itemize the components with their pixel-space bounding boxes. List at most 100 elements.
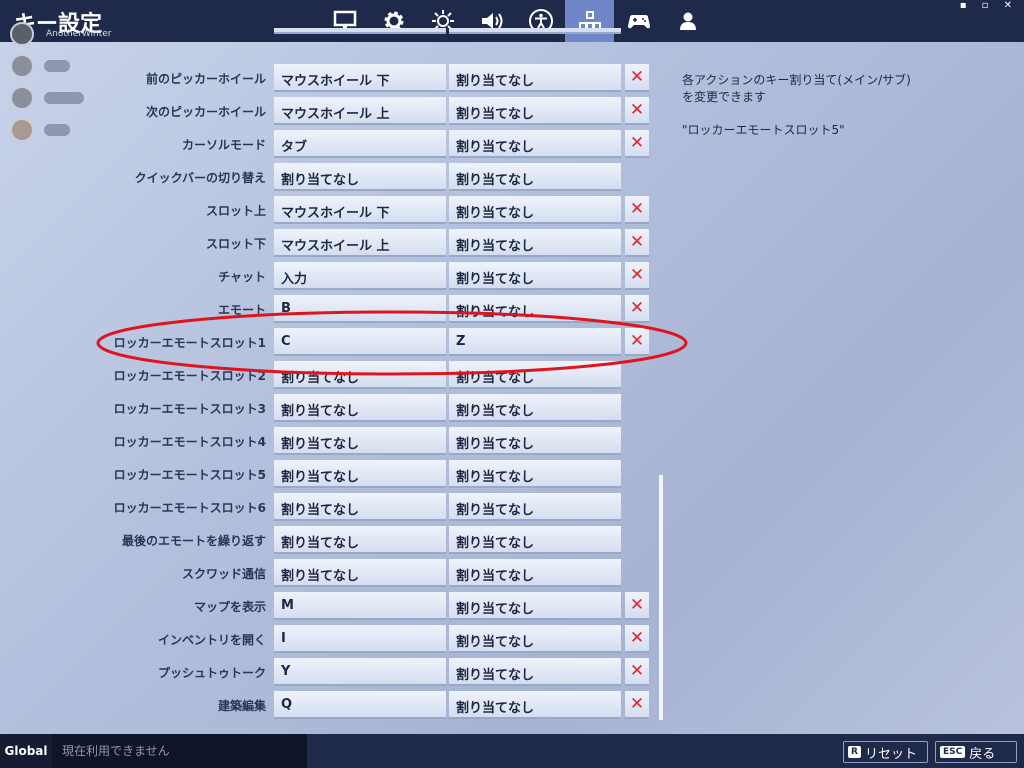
chat-channel[interactable]: Global	[0, 734, 52, 768]
primary-key-button[interactable]: 割り当てなし	[274, 394, 446, 422]
primary-key-button[interactable]: 割り当てなし	[274, 427, 446, 455]
action-label: スロット上	[205, 204, 266, 218]
action-label: ロッカーエモートスロット6	[113, 501, 266, 515]
secondary-key-button[interactable]: 割り当てなし	[449, 130, 621, 158]
key-cap: R	[848, 746, 861, 758]
primary-key-button[interactable]: Q	[274, 691, 446, 719]
clear-binding-button[interactable]: ✕	[625, 658, 649, 686]
primary-key-button[interactable]: 割り当てなし	[274, 493, 446, 521]
binding-row: エモート B 割り当てなし ✕	[0, 294, 660, 324]
account-icon	[679, 12, 696, 30]
secondary-key-button[interactable]: 割り当てなし	[449, 295, 621, 323]
reset-label: リセット	[864, 746, 917, 762]
clear-binding-button[interactable]: ✕	[625, 328, 649, 356]
clear-binding-button[interactable]: ✕	[625, 625, 649, 653]
binding-row-partial	[0, 28, 660, 56]
binding-row: 最後のエモートを繰り返す 割り当てなし 割り当てなし	[0, 525, 660, 555]
secondary-key-button[interactable]: 割り当てなし	[449, 361, 621, 389]
secondary-key-button[interactable]: 割り当てなし	[449, 460, 621, 488]
clear-binding-button[interactable]: ✕	[625, 691, 649, 719]
action-label: クイックバーの切り替え	[134, 171, 266, 185]
bottom-bar: Global 現在利用できません R リセット ESC 戻る	[0, 734, 1024, 768]
secondary-key-button[interactable]: 割り当てなし	[449, 592, 621, 620]
clear-binding-button[interactable]: ✕	[625, 130, 649, 158]
clear-binding-button[interactable]: ✕	[625, 592, 649, 620]
reset-button[interactable]: R リセット	[843, 741, 928, 763]
primary-key-button[interactable]: 割り当てなし	[274, 526, 446, 554]
secondary-key-button[interactable]: 割り当てなし	[449, 691, 621, 719]
primary-key-button[interactable]: タブ	[274, 130, 446, 158]
clear-binding-button[interactable]: ✕	[625, 97, 649, 125]
back-button[interactable]: ESC 戻る	[935, 741, 1017, 763]
action-label: ロッカーエモートスロット3	[113, 402, 266, 416]
window-controls[interactable]: ▪ ▫ ✕	[960, 0, 1018, 11]
tab-account[interactable]	[663, 0, 712, 42]
primary-key-button[interactable]: マウスホイール 下	[274, 196, 446, 224]
binding-row: ロッカーエモートスロット1 C Z ✕	[0, 327, 660, 357]
primary-key-button[interactable]: マウスホイール 上	[274, 229, 446, 257]
primary-key-button[interactable]: マウスホイール 下	[274, 64, 446, 92]
description-line: を変更できます	[682, 90, 767, 104]
scrollbar[interactable]	[659, 475, 663, 720]
primary-key-button[interactable]: 割り当てなし	[274, 361, 446, 389]
binding-row: スクワッド通信 割り当てなし 割り当てなし	[0, 558, 660, 588]
primary-key-button[interactable]: 入力	[274, 262, 446, 290]
secondary-key-button[interactable]: 割り当てなし	[449, 196, 621, 224]
secondary-key-button[interactable]: 割り当てなし	[449, 625, 621, 653]
binding-row: ロッカーエモートスロット6 割り当てなし 割り当てなし	[0, 492, 660, 522]
primary-key-button[interactable]: Y	[274, 658, 446, 686]
binding-row: ロッカーエモートスロット4 割り当てなし 割り当てなし	[0, 426, 660, 456]
secondary-key-button[interactable]: 割り当てなし	[449, 163, 621, 191]
secondary-key-button[interactable]: 割り当てなし	[449, 262, 621, 290]
action-label: カーソルモード	[181, 138, 266, 152]
secondary-key-button[interactable]: 割り当てなし	[449, 526, 621, 554]
action-label: 建築編集	[217, 699, 266, 713]
secondary-key-button[interactable]: 割り当てなし	[449, 229, 621, 257]
action-label: 最後のエモートを繰り返す	[121, 534, 266, 548]
secondary-key-button[interactable]: 割り当てなし	[449, 658, 621, 686]
primary-key-button[interactable]: 割り当てなし	[274, 460, 446, 488]
action-label: 次のピッカーホイール	[145, 105, 266, 119]
primary-key-button[interactable]: マウスホイール 上	[274, 97, 446, 125]
binding-row: スロット下 マウスホイール 上割り当てなし ✕	[0, 228, 660, 258]
key-cap: ESC	[940, 746, 966, 758]
clear-binding-button[interactable]: ✕	[625, 229, 649, 257]
secondary-key-button[interactable]: 割り当てなし	[449, 394, 621, 422]
primary-key-button[interactable]: M	[274, 592, 446, 620]
secondary-key-button[interactable]: 割り当てなし	[449, 64, 621, 92]
chat-status: 現在利用できません	[52, 734, 307, 768]
binding-row: スロット上 マウスホイール 下割り当てなし ✕	[0, 195, 660, 225]
action-label: インベントリを開く	[157, 633, 266, 647]
secondary-key-button[interactable]: 割り当てなし	[449, 97, 621, 125]
primary-key-button[interactable]: B	[274, 295, 446, 323]
clear-binding-button[interactable]: ✕	[625, 295, 649, 323]
action-label: エモート	[217, 303, 266, 317]
primary-key-button[interactable]: 割り当てなし	[274, 559, 446, 587]
binding-row: カーソルモード タブ 割り当てなし ✕	[0, 129, 660, 159]
action-label: ロッカーエモートスロット2	[113, 369, 266, 383]
selected-action: "ロッカーエモートスロット5"	[682, 123, 845, 137]
primary-key-button[interactable]	[274, 28, 446, 34]
action-label: チャット	[218, 270, 266, 284]
secondary-key-button[interactable]: Z	[449, 328, 621, 356]
description-line: 各アクションのキー割り当て(メイン/サブ)	[682, 73, 911, 87]
secondary-key-button[interactable]: 割り当てなし	[449, 493, 621, 521]
clear-binding-button[interactable]: ✕	[625, 64, 649, 92]
primary-key-button[interactable]: C	[274, 328, 446, 356]
action-label: プッシュトゥトーク	[157, 666, 266, 680]
clear-binding-button[interactable]: ✕	[625, 196, 649, 224]
binding-row: 前のピッカーホイール マウスホイール 下割り当てなし ✕	[0, 63, 660, 93]
primary-key-button[interactable]: 割り当てなし	[274, 163, 446, 191]
binding-row: ロッカーエモートスロット2 割り当てなし 割り当てなし	[0, 360, 660, 390]
primary-key-button[interactable]: I	[274, 625, 446, 653]
action-label: スクワッド通信	[181, 567, 266, 581]
secondary-key-button[interactable]: 割り当てなし	[449, 427, 621, 455]
secondary-key-button[interactable]: 割り当てなし	[449, 559, 621, 587]
clear-binding-button[interactable]: ✕	[625, 262, 649, 290]
binding-row: インベントリを開く I 割り当てなし ✕	[0, 624, 660, 654]
secondary-key-button[interactable]	[449, 28, 621, 34]
action-label: ロッカーエモートスロット5	[113, 468, 266, 482]
binding-row: マップを表示 M 割り当てなし ✕	[0, 591, 660, 621]
binding-row: 建築編集 Q 割り当てなし ✕	[0, 690, 660, 720]
binding-row: チャット 入力 割り当てなし ✕	[0, 261, 660, 291]
